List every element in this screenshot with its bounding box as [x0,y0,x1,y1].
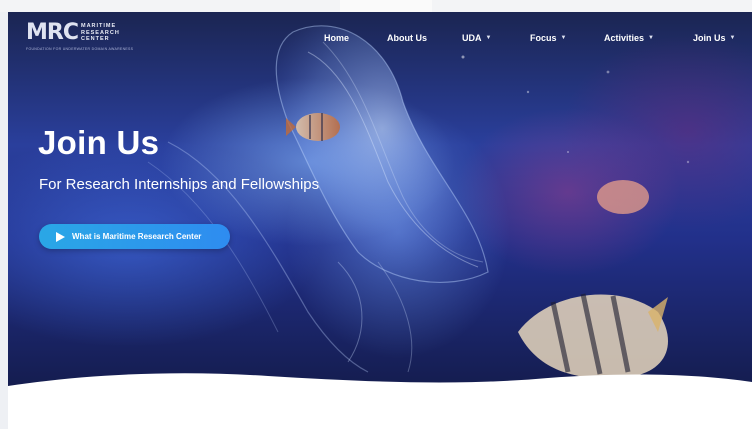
hero-title: Join Us [38,124,160,161]
logo-tagline: FOUNDATION FOR UNDERWATER DOMAIN AWARENE… [26,47,134,51]
nav-item-label: UDA [462,33,482,43]
main-navigation: Home About Us UDA ▼ Focus ▼ Activities ▼… [8,33,752,47]
browser-top-strip [0,0,752,13]
wave-divider [8,373,752,392]
hero-subtitle: For Research Internships and Fellowships [39,176,320,193]
chevron-down-icon: ▼ [729,35,736,41]
nav-item-label: Focus [530,33,557,43]
content-area [8,392,752,429]
nav-item-label: Activities [604,33,645,43]
nav-item-label: About Us [387,33,427,43]
nav-item-join-us[interactable]: Join Us ▼ [693,33,735,43]
what-is-mrc-button[interactable]: What is Maritime Research Center [39,224,230,249]
jellyfish-background-image [147,25,690,379]
hero-banner: MRC MARITIME RESEARCH CENTER FOUNDATION … [8,12,752,392]
cta-label: What is Maritime Research Center [72,232,202,241]
play-icon [56,231,65,242]
nav-item-about-us[interactable]: About Us [387,33,427,43]
nav-item-focus[interactable]: Focus ▼ [530,33,566,43]
nav-item-home[interactable]: Home [324,33,349,43]
chevron-down-icon: ▼ [485,35,492,41]
nav-item-label: Join Us [693,33,726,43]
nav-item-label: Home [324,33,350,43]
nav-item-activities[interactable]: Activities ▼ [604,33,654,43]
chevron-down-icon: ▼ [560,35,567,41]
nav-item-uda[interactable]: UDA ▼ [462,33,491,43]
chevron-down-icon: ▼ [648,35,654,41]
